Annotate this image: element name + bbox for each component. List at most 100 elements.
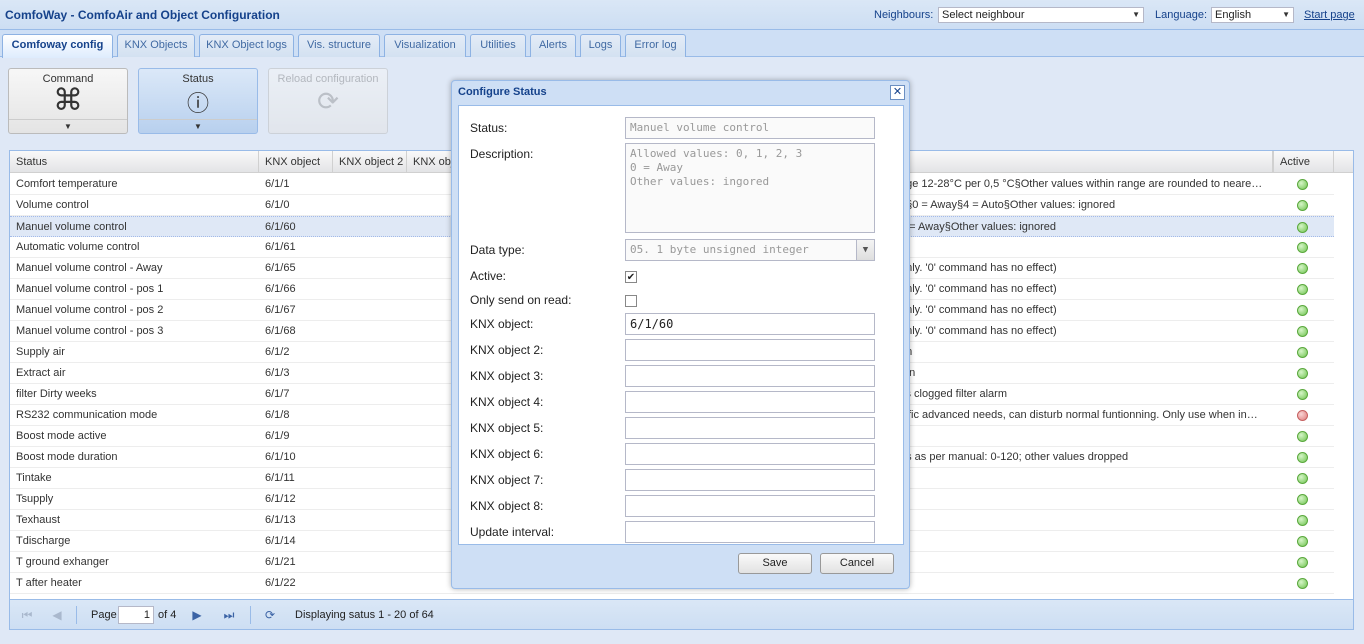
status-field[interactable]: Manuel volume control xyxy=(625,117,875,139)
active-status-icon xyxy=(1297,389,1308,400)
tab-logs[interactable]: Logs xyxy=(580,34,621,57)
tab-alerts[interactable]: Alerts xyxy=(530,34,576,57)
tab-knx-objects[interactable]: KNX Objects xyxy=(117,34,195,57)
refresh-icon[interactable]: ⟳ xyxy=(259,605,281,625)
column-header-knx-object-2[interactable]: KNX object 2 xyxy=(333,151,407,173)
cell-knx-object: 6/1/66 xyxy=(265,283,296,295)
knx-object-field[interactable]: 6/1/60 xyxy=(625,313,875,335)
update-interval-field[interactable] xyxy=(625,521,875,543)
cell-status: RS232 communication mode xyxy=(16,409,158,421)
knx-object-3-field[interactable] xyxy=(625,365,875,387)
cell-knx-object: 6/1/60 xyxy=(265,221,296,233)
next-page-icon[interactable]: ▶ xyxy=(186,605,208,625)
reload-configuration-button[interactable]: Reload configuration ⟳ xyxy=(268,68,388,134)
neighbours-select-value: Select neighbour xyxy=(942,9,1025,21)
description-field[interactable]: Allowed values: 0, 1, 2, 3 0 = Away Othe… xyxy=(625,143,875,233)
cell-description: ks clogged filter alarm xyxy=(900,388,1007,400)
data-type-select-value: 05. 1 byte unsigned integer xyxy=(630,243,809,256)
reload-configuration-label: Reload configuration xyxy=(277,73,379,85)
close-icon[interactable]: ✕ xyxy=(890,85,905,100)
cancel-button[interactable]: Cancel xyxy=(820,553,894,574)
tab-visualization[interactable]: Visualization xyxy=(384,34,466,57)
cell-description: only. '0' command has no effect) xyxy=(900,262,1057,274)
active-status-icon xyxy=(1297,347,1308,358)
status-button[interactable]: Status ⓘ ▼ xyxy=(138,68,258,134)
tab-error-log[interactable]: Error log xyxy=(625,34,686,57)
cell-knx-object: 6/1/68 xyxy=(265,325,296,337)
page-number-input[interactable]: 1 xyxy=(118,606,154,624)
paging-toolbar: ⏮ ◀ Page 1 of 4 ▶ ⏭ ⟳ Displaying satus 1… xyxy=(9,600,1354,630)
page-label: Page xyxy=(91,609,117,621)
active-status-icon xyxy=(1297,515,1308,526)
only-send-on-read-checkbox[interactable] xyxy=(625,295,637,307)
status-field-label: Status: xyxy=(470,121,508,135)
command-button[interactable]: Command ⌘ ▼ xyxy=(8,68,128,134)
cell-status: filter Dirty weeks xyxy=(16,388,97,400)
status-button-label: Status xyxy=(182,73,214,85)
last-page-icon[interactable]: ⏭ xyxy=(218,605,240,625)
first-page-icon[interactable]: ⏮ xyxy=(16,605,38,625)
column-header-status[interactable]: Status xyxy=(10,151,259,173)
cell-description xyxy=(900,468,1272,489)
tab-vis-structure[interactable]: Vis. structure xyxy=(298,34,380,57)
active-field-label: Active: xyxy=(470,269,507,283)
app-header: ComfoWay - ComfoAir and Object Configura… xyxy=(0,0,1364,30)
inactive-status-icon xyxy=(1297,410,1308,421)
active-status-icon xyxy=(1297,494,1308,505)
active-status-icon xyxy=(1297,284,1308,295)
cell-knx-object: 6/1/12 xyxy=(265,493,296,505)
knx-object-7-field[interactable] xyxy=(625,469,875,491)
chevron-down-icon[interactable]: ▼ xyxy=(9,119,127,133)
cell-description xyxy=(900,531,1272,552)
tab-utilities[interactable]: Utilities xyxy=(470,34,526,57)
active-status-icon xyxy=(1297,222,1308,233)
cell-description: 4§0 = Away§4 = Auto§Other values: ignore… xyxy=(900,199,1116,211)
cell-description: an xyxy=(900,342,1272,363)
active-checkbox[interactable]: ✔ xyxy=(625,271,637,283)
cell-description: only. '0' command has no effect) xyxy=(900,304,1057,316)
column-header-knx-object[interactable]: KNX object xyxy=(259,151,333,173)
page-count-label: of 4 xyxy=(158,609,177,621)
knx-object-5-field[interactable] xyxy=(625,417,875,439)
save-button[interactable]: Save xyxy=(738,553,812,574)
knx-object-6-field[interactable] xyxy=(625,443,875,465)
cell-status: Manuel volume control - Away xyxy=(16,262,163,274)
tab-knx-object-logs[interactable]: KNX Object logs xyxy=(199,34,294,57)
cell-status: Automatic volume control xyxy=(16,241,140,253)
knx-object-5-label: KNX object 5: xyxy=(470,421,544,435)
knx-object-6-label: KNX object 6: xyxy=(470,447,544,461)
previous-page-icon[interactable]: ◀ xyxy=(46,605,68,625)
knx-object-4-field[interactable] xyxy=(625,391,875,413)
chevron-down-icon[interactable]: ▼ xyxy=(139,119,257,133)
neighbours-select[interactable]: Select neighbour ▼ xyxy=(938,7,1144,23)
cell-description: only. '0' command has no effect) xyxy=(900,325,1057,337)
cell-knx-object: 6/1/0 xyxy=(265,199,290,211)
tab-bar: Comfoway config KNX Objects KNX Object l… xyxy=(0,30,1364,58)
cell-knx-object: 6/1/7 xyxy=(265,388,290,400)
separator xyxy=(76,606,77,624)
language-select[interactable]: English ▼ xyxy=(1211,7,1294,23)
cell-status: Comfort temperature xyxy=(16,178,118,190)
cell-knx-object: 6/1/3 xyxy=(265,367,290,379)
start-page-link[interactable]: Start page xyxy=(1304,9,1355,21)
knx-object-4-label: KNX object 4: xyxy=(470,395,544,409)
cell-knx-object: 6/1/9 xyxy=(265,430,290,442)
chevron-down-icon[interactable]: ▼ xyxy=(856,240,874,260)
command-key-icon: ⌘ xyxy=(53,84,83,117)
active-status-icon xyxy=(1297,305,1308,316)
knx-object-8-field[interactable] xyxy=(625,495,875,517)
active-status-icon xyxy=(1297,263,1308,274)
active-status-icon xyxy=(1297,473,1308,484)
active-status-icon xyxy=(1297,431,1308,442)
knx-object-2-field[interactable] xyxy=(625,339,875,361)
knx-object-2-label: KNX object 2: xyxy=(470,343,544,357)
cell-knx-object: 6/1/10 xyxy=(265,451,296,463)
tab-comfoway-config[interactable]: Comfoway config xyxy=(2,34,113,58)
cell-knx-object: 6/1/13 xyxy=(265,514,296,526)
cell-status: Supply air xyxy=(16,346,65,358)
data-type-field-label: Data type: xyxy=(470,243,525,257)
active-status-icon xyxy=(1297,557,1308,568)
data-type-select[interactable]: 05. 1 byte unsigned integer ▼ xyxy=(625,239,875,261)
column-header-active[interactable]: Active xyxy=(1273,151,1334,173)
cell-knx-object: 6/1/65 xyxy=(265,262,296,274)
